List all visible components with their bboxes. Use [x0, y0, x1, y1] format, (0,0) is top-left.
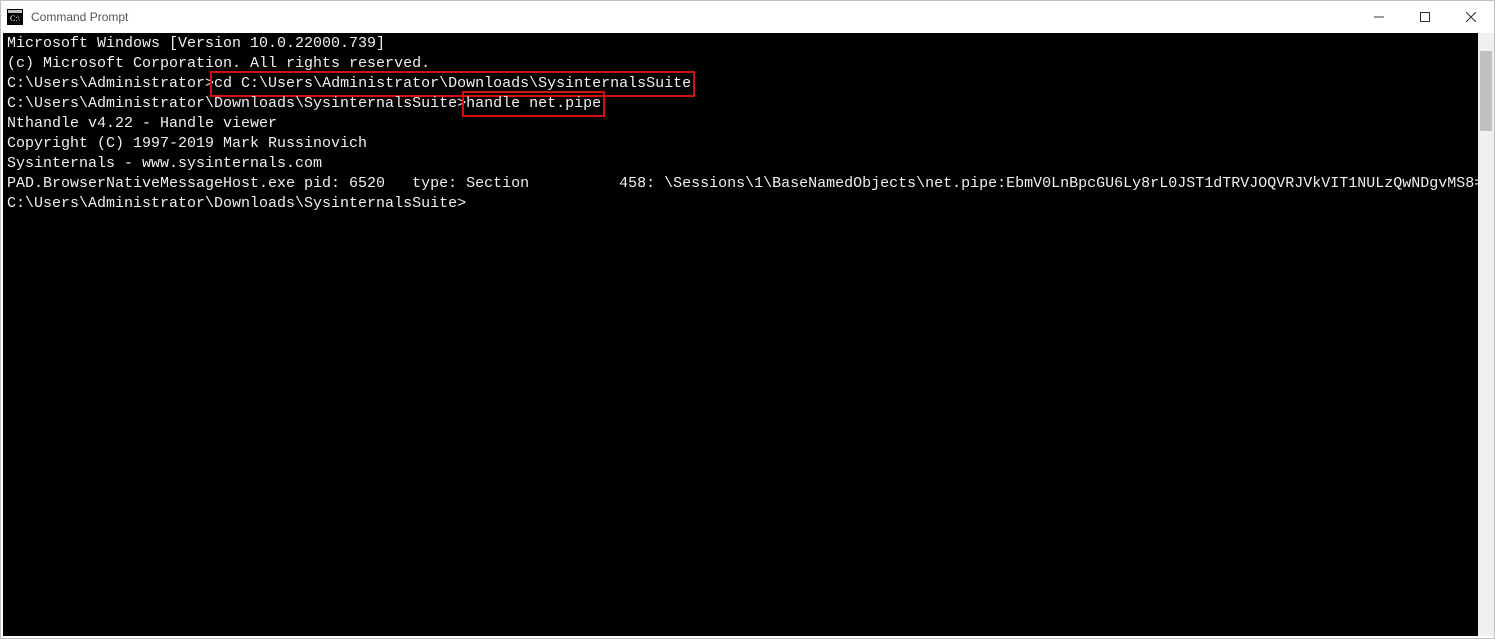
highlighted-command: handle net.pipe [464, 93, 603, 115]
svg-text:C:\: C:\ [10, 14, 21, 23]
highlighted-command: cd C:\Users\Administrator\Downloads\Sysi… [212, 73, 693, 95]
titlebar[interactable]: C:\ Command Prompt [1, 1, 1494, 33]
prompt-text: C:\Users\Administrator\Downloads\Sysinte… [7, 95, 466, 112]
window-title: Command Prompt [31, 10, 1356, 24]
terminal-line: C:\Users\Administrator\Downloads\Sysinte… [7, 194, 1478, 214]
terminal-line: Nthandle v4.22 - Handle viewer [7, 114, 1478, 134]
terminal-line: C:\Users\Administrator>cd C:\Users\Admin… [7, 74, 1478, 94]
scrollbar-thumb[interactable] [1480, 51, 1492, 131]
content-area: Microsoft Windows [Version 10.0.22000.73… [1, 33, 1494, 638]
terminal-line: Microsoft Windows [Version 10.0.22000.73… [7, 34, 1478, 54]
cmd-icon: C:\ [7, 9, 23, 25]
command-prompt-window: C:\ Command Prompt Microsoft Windows [Ve… [0, 0, 1495, 639]
terminal-line: (c) Microsoft Corporation. All rights re… [7, 54, 1478, 74]
minimize-button[interactable] [1356, 1, 1402, 33]
terminal-line: Copyright (C) 1997-2019 Mark Russinovich [7, 134, 1478, 154]
terminal-line: Sysinternals - www.sysinternals.com [7, 154, 1478, 174]
close-button[interactable] [1448, 1, 1494, 33]
maximize-button[interactable] [1402, 1, 1448, 33]
vertical-scrollbar[interactable] [1478, 33, 1494, 636]
window-controls [1356, 1, 1494, 33]
terminal-output[interactable]: Microsoft Windows [Version 10.0.22000.73… [3, 33, 1478, 636]
terminal-line: PAD.BrowserNativeMessageHost.exe pid: 65… [7, 174, 1478, 194]
terminal-line: C:\Users\Administrator\Downloads\Sysinte… [7, 94, 1478, 114]
prompt-text: C:\Users\Administrator> [7, 75, 214, 92]
